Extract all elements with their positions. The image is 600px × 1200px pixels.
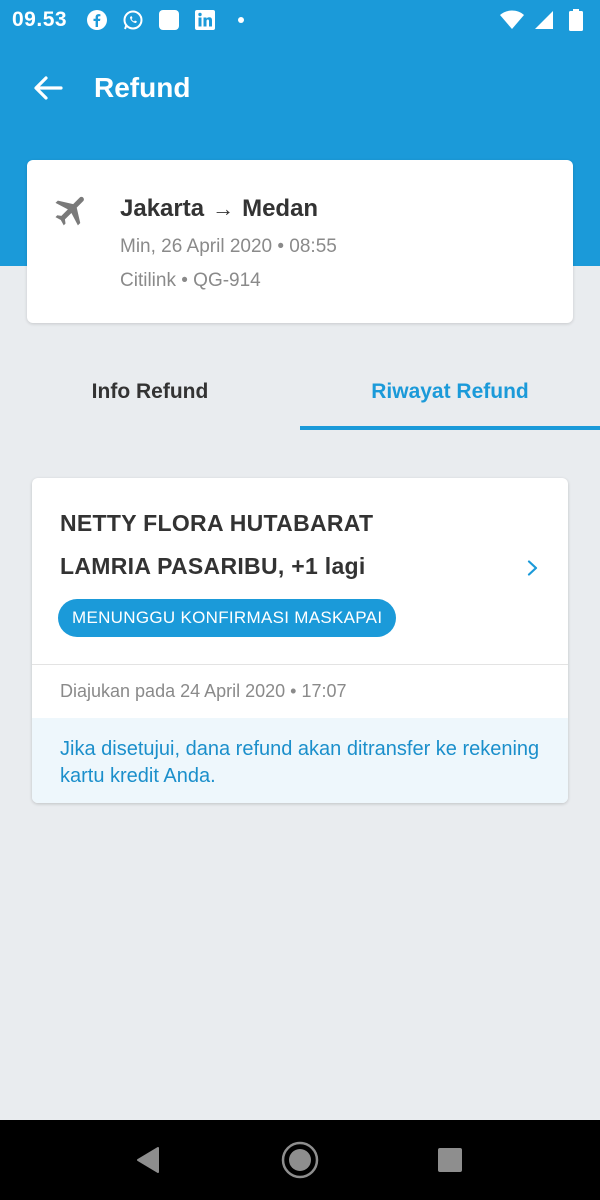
active-tab-indicator bbox=[300, 426, 600, 430]
chevron-right-icon bbox=[524, 560, 540, 576]
notification-icons bbox=[85, 8, 253, 32]
arrow-left-icon bbox=[34, 76, 63, 100]
refund-history-card[interactable]: NETTY FLORA HUTABARAT LAMRIA PASARIBU, +… bbox=[32, 478, 568, 803]
dot-icon bbox=[229, 8, 253, 32]
flight-airline: Citilink • QG-914 bbox=[120, 270, 261, 291]
submitted-date: Diajukan pada 24 April 2020 • 17:07 bbox=[60, 681, 347, 701]
destination-city: Medan bbox=[242, 195, 319, 222]
signal-icon bbox=[532, 8, 556, 32]
refund-tabs: Info Refund Riwayat Refund bbox=[0, 352, 600, 432]
status-bar: 09.53 bbox=[0, 0, 600, 40]
status-time: 09.53 bbox=[12, 8, 68, 31]
whatsapp-icon bbox=[121, 8, 145, 32]
linkedin-icon bbox=[193, 8, 217, 32]
status-badge: MENUNGGU KONFIRMASI MASKAPAI bbox=[58, 599, 397, 637]
page-title: Refund bbox=[94, 72, 191, 103]
nav-back-button[interactable] bbox=[128, 1140, 168, 1180]
app-icon bbox=[157, 8, 181, 32]
route-arrow: → bbox=[212, 196, 235, 221]
nav-recent-button[interactable] bbox=[430, 1140, 470, 1180]
facebook-icon bbox=[85, 8, 109, 32]
triangle-back-icon bbox=[137, 1147, 159, 1173]
passenger-name: NETTY FLORA HUTABARAT bbox=[60, 510, 374, 536]
square-recent-icon bbox=[438, 1148, 462, 1172]
divider bbox=[32, 664, 568, 665]
refund-info-note: Jika disetujui, dana refund akan ditrans… bbox=[32, 718, 568, 803]
flight-datetime: Min, 26 April 2020 • 08:55 bbox=[120, 236, 337, 257]
tab-riwayat-refund[interactable]: Riwayat Refund bbox=[300, 352, 600, 432]
nav-home-button[interactable] bbox=[280, 1140, 320, 1180]
flight-route: Jakarta → Medan bbox=[120, 195, 318, 223]
wifi-icon bbox=[500, 8, 524, 32]
circle-home-icon bbox=[281, 1141, 319, 1179]
battery-icon bbox=[564, 8, 588, 32]
passenger-name-more: LAMRIA PASARIBU, +1 lagi bbox=[60, 553, 366, 579]
back-button[interactable] bbox=[30, 70, 66, 106]
system-nav-bar bbox=[0, 1120, 600, 1200]
system-icons bbox=[500, 8, 588, 32]
airplane-icon bbox=[52, 190, 92, 230]
tab-info-refund[interactable]: Info Refund bbox=[0, 352, 300, 432]
origin-city: Jakarta bbox=[120, 195, 205, 222]
